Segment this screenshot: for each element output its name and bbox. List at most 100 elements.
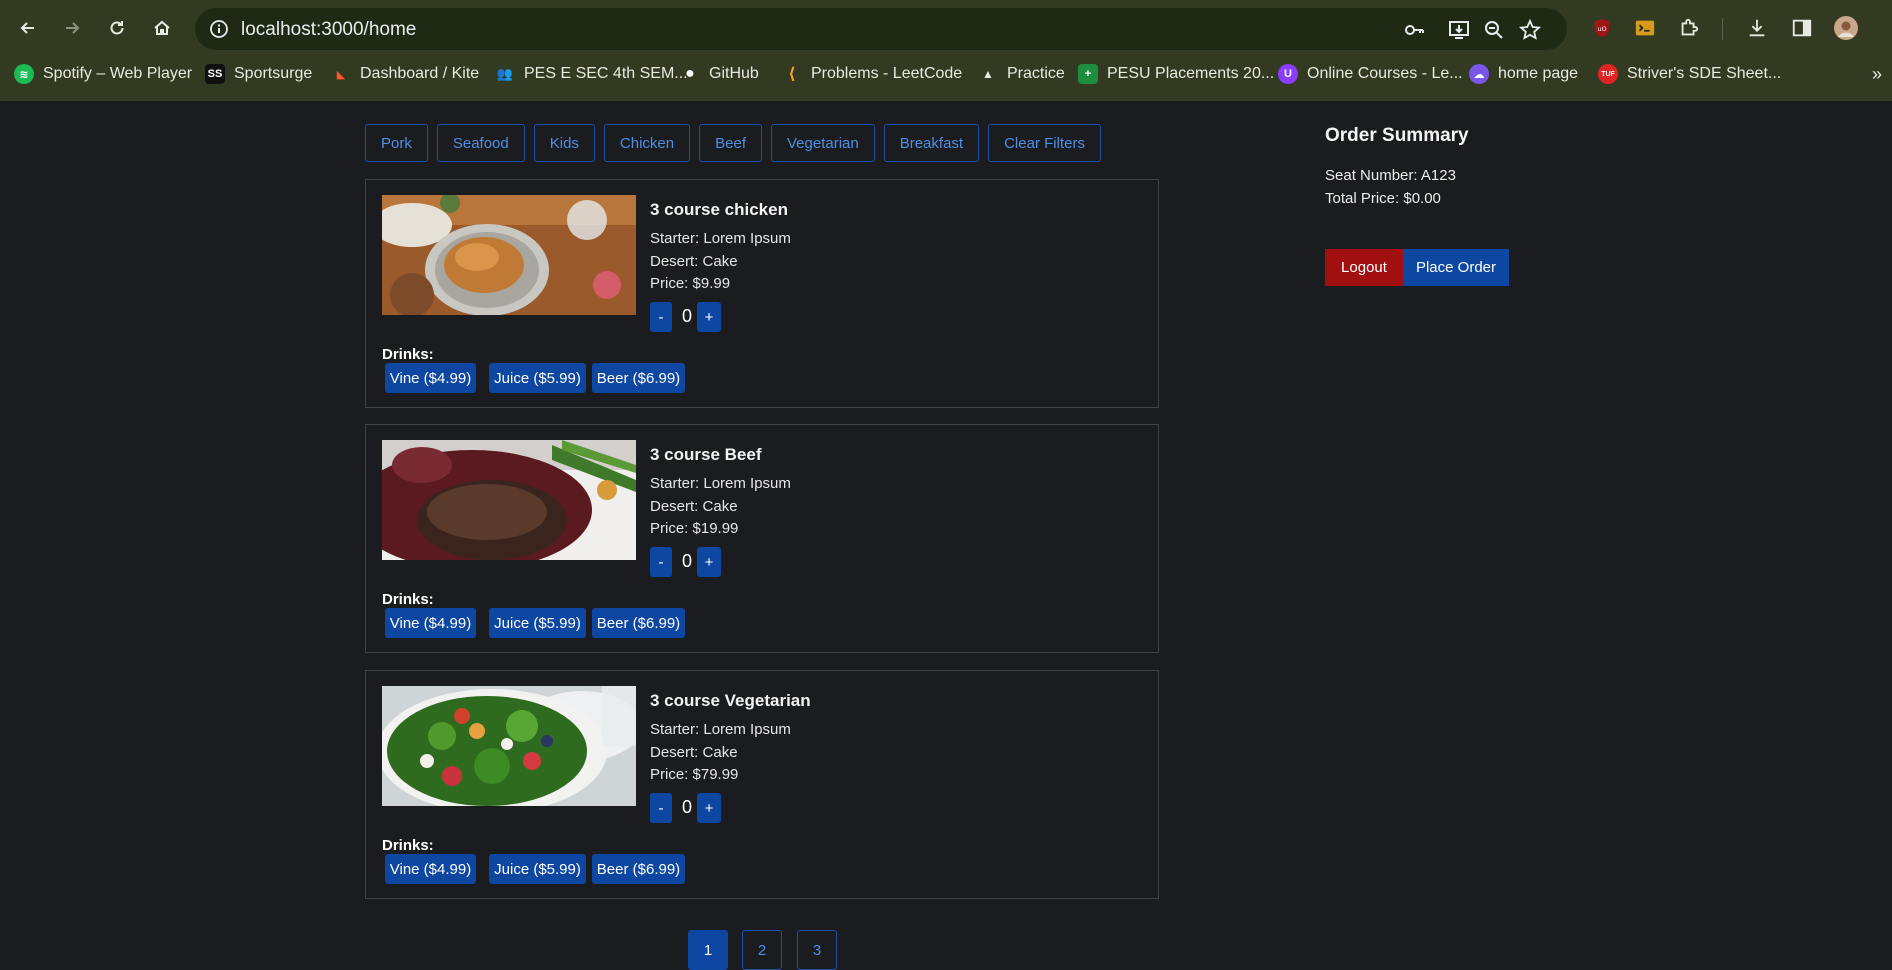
bookmark-label: PESU Placements 20...	[1107, 65, 1275, 82]
filter-clear-filters-button[interactable]: Clear Filters	[988, 124, 1101, 162]
drink-juice-button[interactable]: Juice ($5.99)	[489, 363, 586, 393]
page-3-button[interactable]: 3	[797, 930, 837, 970]
bookmark-label: Sportsurge	[234, 65, 313, 82]
svg-text:uO: uO	[1597, 25, 1606, 33]
back-icon[interactable]	[14, 14, 42, 42]
bookmark-label: Problems - LeetCode	[811, 65, 963, 82]
filter-seafood-button[interactable]: Seafood	[436, 124, 525, 162]
bookmark-item[interactable]: ⟨ Problems - LeetCode	[782, 64, 962, 84]
page-1-button[interactable]: 1	[688, 930, 728, 970]
page-2-button[interactable]: 2	[742, 930, 782, 970]
bookmark-item[interactable]: ☁ home page	[1469, 64, 1578, 84]
drink-beer-button[interactable]: Beer ($6.99)	[592, 854, 685, 884]
zoom-icon[interactable]	[1483, 19, 1505, 41]
filter-chicken-button[interactable]: Chicken	[603, 124, 691, 162]
forward-icon[interactable]	[58, 14, 86, 42]
seat-number: Seat Number: A123	[1325, 167, 1456, 184]
bookmark-item[interactable]: ● GitHub	[680, 64, 759, 84]
filter-breakfast-button[interactable]: Breakfast	[883, 124, 980, 162]
sheets-icon: +	[1078, 64, 1098, 84]
logout-button[interactable]: Logout	[1325, 249, 1403, 286]
filter-pork-button[interactable]: Pork	[365, 124, 428, 162]
filter-beef-button[interactable]: Beef	[699, 124, 762, 162]
bookmark-label: GitHub	[709, 65, 759, 82]
rocket-icon: ▲	[982, 67, 994, 81]
steak-photo	[382, 440, 636, 560]
increase-quantity-button[interactable]: +	[697, 793, 721, 823]
main-page: Pork Seafood Kids Chicken Beef Vegetarian Brea…	[0, 101, 1892, 970]
meal-starter: Starter: Lorem Ipsum	[650, 230, 791, 247]
profile-avatar[interactable]	[1834, 16, 1858, 40]
spotify-icon: ≋	[14, 64, 34, 84]
bookmark-item[interactable]: ◣ Dashboard / Kite	[331, 64, 479, 84]
bookmarks-bar: ≋ Spotify – Web Player SS Sportsurge ◣ Dashbo…	[0, 60, 1892, 92]
reload-icon[interactable]	[103, 14, 131, 42]
bookmark-star-icon[interactable]	[1519, 19, 1541, 41]
bookmark-item[interactable]: TUF Striver's SDE Sheet...	[1598, 64, 1781, 84]
drinks-label: Drinks:	[382, 837, 434, 854]
address-bar[interactable]: localhost:3000/home	[195, 8, 1567, 50]
increase-quantity-button[interactable]: +	[697, 547, 721, 577]
install-app-icon[interactable]	[1448, 19, 1470, 41]
meal-title: 3 course chicken	[650, 200, 788, 219]
total-price: Total Price: $0.00	[1325, 190, 1441, 207]
drink-beer-button[interactable]: Beer ($6.99)	[592, 363, 685, 393]
people-icon: 👥	[496, 66, 514, 81]
bookmark-label: home page	[1498, 65, 1579, 82]
filter-bar: Pork Seafood Kids Chicken Beef Vegetarian Brea…	[365, 124, 1101, 162]
meal-dessert: Desert: Cake	[650, 498, 738, 515]
bookmark-item[interactable]: 👥 PES E SEC 4th SEM...	[495, 64, 688, 84]
drink-juice-button[interactable]: Juice ($5.99)	[489, 608, 586, 638]
bookmark-item[interactable]: ▲ Practice	[978, 64, 1065, 84]
meal-dessert: Desert: Cake	[650, 744, 738, 761]
sportsurge-icon: SS	[205, 64, 225, 84]
meal-starter: Starter: Lorem Ipsum	[650, 721, 791, 738]
roast-chicken-photo	[382, 195, 636, 315]
bookmark-item[interactable]: ≋ Spotify – Web Player	[14, 64, 192, 84]
toolbar-separator	[1722, 18, 1723, 40]
increase-quantity-button[interactable]: +	[697, 302, 721, 332]
order-summary-title: Order Summary	[1325, 125, 1469, 146]
meal-price: Price: $79.99	[650, 766, 739, 783]
bookmark-item[interactable]: + PESU Placements 20...	[1078, 64, 1274, 84]
key-icon[interactable]	[1403, 19, 1425, 41]
decrease-quantity-button[interactable]: -	[650, 547, 672, 577]
drink-vine-button[interactable]: Vine ($4.99)	[385, 363, 476, 393]
extensions-puzzle-icon[interactable]	[1677, 16, 1701, 40]
leetcode-icon: ⟨	[788, 66, 796, 83]
browser-toolbar: localhost:3000/home uO	[0, 0, 1892, 58]
meal-card: 3 course Vegetarian Starter: Lorem Ipsum D…	[365, 670, 1159, 899]
drink-beer-button[interactable]: Beer ($6.99)	[592, 608, 685, 638]
bookmark-item[interactable]: U Online Courses - Le...	[1278, 64, 1463, 84]
terminal-extension-icon[interactable]	[1633, 16, 1657, 40]
ublock-icon[interactable]: uO	[1590, 16, 1614, 40]
meal-price: Price: $19.99	[650, 520, 739, 537]
bookmark-label: Practice	[1007, 65, 1065, 82]
udemy-icon: U	[1278, 64, 1298, 84]
drinks-label: Drinks:	[382, 346, 434, 363]
url-text[interactable]: localhost:3000/home	[241, 19, 416, 41]
tuf-icon: TUF	[1598, 64, 1618, 84]
decrease-quantity-button[interactable]: -	[650, 793, 672, 823]
site-info-icon[interactable]	[209, 19, 229, 39]
bookmark-item[interactable]: SS Sportsurge	[205, 64, 312, 84]
filter-vegetarian-button[interactable]: Vegetarian	[770, 124, 875, 162]
downloads-icon[interactable]	[1745, 16, 1769, 40]
home-icon[interactable]	[148, 14, 176, 42]
drinks-label: Drinks:	[382, 591, 434, 608]
drink-vine-button[interactable]: Vine ($4.99)	[385, 854, 476, 884]
place-order-button[interactable]: Place Order	[1403, 249, 1509, 286]
drink-juice-button[interactable]: Juice ($5.99)	[489, 854, 586, 884]
browser-chrome: localhost:3000/home uO ≋ Spotify – Web Pl…	[0, 0, 1892, 101]
quantity-value: 0	[681, 797, 692, 817]
quantity-value: 0	[681, 306, 692, 326]
bookmarks-overflow-button[interactable]: »	[1872, 64, 1882, 85]
quantity-value: 0	[681, 551, 692, 571]
bookmark-label: Spotify – Web Player	[43, 65, 193, 82]
side-panel-icon[interactable]	[1790, 16, 1814, 40]
meal-card: 3 course Beef Starter: Lorem Ipsum Desert:…	[365, 424, 1159, 653]
drink-vine-button[interactable]: Vine ($4.99)	[385, 608, 476, 638]
bookmark-label: PES E SEC 4th SEM...	[524, 65, 688, 82]
decrease-quantity-button[interactable]: -	[650, 302, 672, 332]
filter-kids-button[interactable]: Kids	[533, 124, 595, 162]
